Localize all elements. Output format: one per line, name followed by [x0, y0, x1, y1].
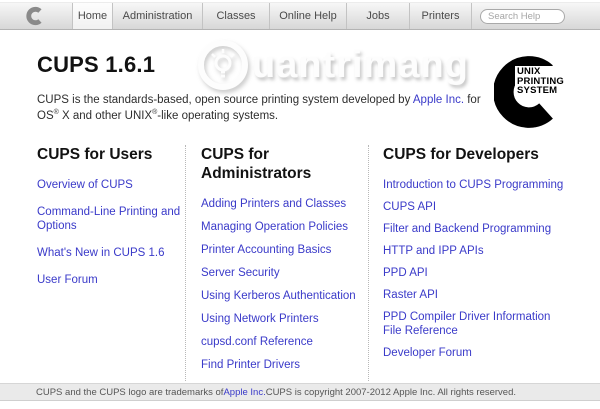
section-heading: CUPS for Administrators: [201, 145, 368, 183]
intro-text: CUPS is the standards-based, open source…: [37, 94, 413, 106]
section-link[interactable]: Developer Forum: [383, 346, 565, 360]
section-link[interactable]: Printer Accounting Basics: [201, 243, 368, 257]
section-link[interactable]: Server Security: [201, 266, 368, 280]
tab-administration[interactable]: Administration: [113, 3, 203, 29]
intro-paragraph: CUPS is the standards-based, open source…: [37, 92, 489, 124]
apple-inc-link[interactable]: Apple Inc.: [413, 94, 464, 106]
badge-line-system: SYSTEM: [517, 86, 564, 96]
section-link[interactable]: Adding Printers and Classes: [201, 197, 368, 211]
cups-c-logo-icon: [0, 3, 73, 29]
section-link[interactable]: Using Kerberos Authentication: [201, 289, 368, 303]
section-link[interactable]: cupsd.conf Reference: [201, 335, 368, 349]
nav-search-area: [472, 3, 600, 29]
section-link[interactable]: Managing Operation Policies: [201, 220, 368, 234]
section-link[interactable]: Find Printer Drivers: [201, 358, 368, 372]
section-link[interactable]: CUPS API: [383, 200, 565, 214]
section-link[interactable]: Introduction to CUPS Programming: [383, 178, 565, 192]
section-link[interactable]: Raster API: [383, 288, 565, 302]
cups-c-glyph: [26, 5, 46, 27]
section-link[interactable]: PPD API: [383, 266, 565, 280]
footer-text: CUPS and the CUPS logo are trademarks of: [36, 387, 223, 398]
section-link[interactable]: Filter and Backend Programming: [383, 222, 565, 236]
watermark-lightbulb-icon: [196, 38, 250, 92]
section-link[interactable]: What's New in CUPS 1.6: [37, 246, 185, 260]
footer-text: CUPS is copyright 2007-2012 Apple Inc. A…: [266, 387, 516, 398]
section-link[interactable]: HTTP and IPP APIs: [383, 244, 565, 258]
section-cups-for-users: CUPS for Users Overview of CUPS Command-…: [37, 145, 185, 381]
section-link[interactable]: User Forum: [37, 273, 185, 287]
link-columns: CUPS for Users Overview of CUPS Command-…: [37, 145, 565, 381]
section-link[interactable]: Overview of CUPS: [37, 178, 185, 192]
section-link[interactable]: PPD Compiler Driver Information File Ref…: [383, 310, 565, 338]
badge-text: UNIX PRINTING SYSTEM: [515, 66, 566, 97]
tab-classes[interactable]: Classes: [203, 3, 270, 29]
tab-home[interactable]: Home: [73, 3, 113, 29]
section-heading: CUPS for Users: [37, 145, 185, 164]
watermark-text: uantrimang: [252, 44, 469, 87]
section-heading: CUPS for Developers: [383, 145, 565, 164]
tab-jobs[interactable]: Jobs: [347, 3, 410, 29]
section-link[interactable]: Using Network Printers: [201, 312, 368, 326]
unix-printing-system-logo: UNIX PRINTING SYSTEM: [494, 50, 596, 136]
footer: CUPS and the CUPS logo are trademarks of…: [0, 383, 600, 401]
footer-apple-inc-link[interactable]: Apple Inc.: [223, 387, 265, 398]
intro-text: X and other UNIX: [59, 110, 152, 122]
tab-online-help[interactable]: Online Help: [270, 3, 347, 29]
watermark: uantrimang: [196, 38, 469, 92]
page-title: CUPS 1.6.1: [37, 52, 155, 78]
intro-text: -like operating systems.: [157, 110, 278, 122]
section-cups-for-developers: CUPS for Developers Introduction to CUPS…: [368, 145, 565, 381]
section-cups-for-administrators: CUPS for Administrators Adding Printers …: [185, 145, 368, 381]
tab-printers[interactable]: Printers: [410, 3, 472, 29]
section-link[interactable]: Command-Line Printing and Options: [37, 205, 185, 233]
navbar: Home Administration Classes Online Help …: [0, 2, 600, 30]
search-help-input[interactable]: [480, 9, 565, 24]
